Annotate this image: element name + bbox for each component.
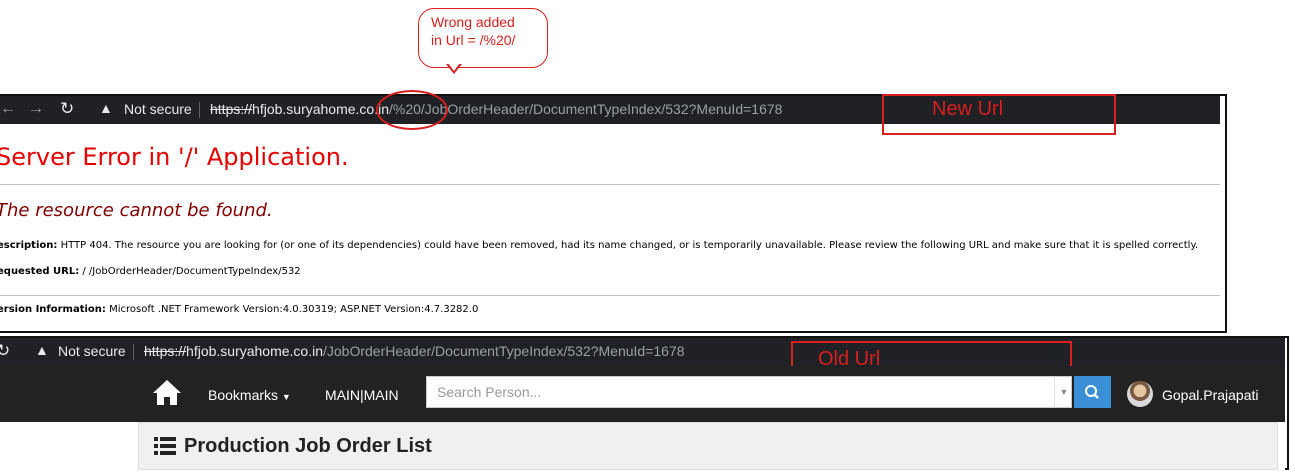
new-url-label: New Url (932, 98, 1004, 120)
warning-icon[interactable]: ▲ (35, 342, 49, 358)
reload-icon[interactable]: ↻ (60, 99, 74, 119)
divider (0, 184, 1220, 185)
bookmarks-menu[interactable]: Bookmarks ▼ (208, 387, 291, 403)
warning-icon[interactable]: ▲ (99, 100, 113, 116)
requested-url: equested URL: / /JobOrderHeader/Document… (0, 266, 301, 277)
version-information: ersion Information: Microsoft .NET Frame… (0, 304, 479, 315)
caret-down-icon[interactable]: ▼ (1054, 377, 1073, 407)
url-scheme: https:// (210, 101, 253, 117)
list-icon (154, 437, 176, 455)
security-label[interactable]: Not secure (124, 101, 192, 117)
page-title: Production Job Order List (184, 435, 432, 457)
back-arrow-icon[interactable]: ← (0, 100, 16, 118)
divider (0, 295, 1220, 296)
avatar[interactable] (1127, 381, 1153, 407)
url-path: /%20/JobOrderHeader/DocumentTypeIndex/53… (389, 101, 783, 117)
url-path: /JobOrderHeader/DocumentTypeIndex/532?Me… (323, 343, 685, 359)
user-name[interactable]: Gopal.Prajapati (1162, 387, 1259, 403)
url-host: hfjob.suryahome.co.in (252, 101, 389, 117)
caret-down-icon: ▼ (281, 392, 291, 402)
url-host: hfjob.suryahome.co.in (186, 343, 323, 359)
annotation-callout-text: Wrong added in Url = /%20/ (431, 14, 516, 48)
error-title: Server Error in '/' Application. (0, 143, 349, 171)
main-menu[interactable]: MAIN|MAIN (325, 387, 399, 403)
highlight-circle (376, 90, 448, 130)
error-subtitle: The resource cannot be found. (0, 200, 273, 221)
search-button[interactable] (1074, 376, 1111, 408)
address-bar-url[interactable]: https://hfjob.suryahome.co.in/%20/JobOrd… (210, 101, 782, 117)
old-browser-toolbar: ↻ ▲ Not secure https://hfjob.suryahome.c… (0, 338, 1285, 366)
url-scheme: https:// (144, 343, 187, 359)
reload-icon[interactable]: ↻ (0, 341, 10, 361)
search-placeholder: Search Person... (437, 384, 542, 400)
error-description: escription: HTTP 404. The resource you a… (0, 240, 1199, 251)
address-bar-url[interactable]: https://hfjob.suryahome.co.in/JobOrderHe… (144, 343, 685, 359)
home-icon[interactable] (152, 378, 182, 406)
search-icon (1085, 385, 1099, 399)
forward-arrow-icon[interactable]: → (28, 100, 44, 118)
security-label[interactable]: Not secure (58, 343, 126, 359)
